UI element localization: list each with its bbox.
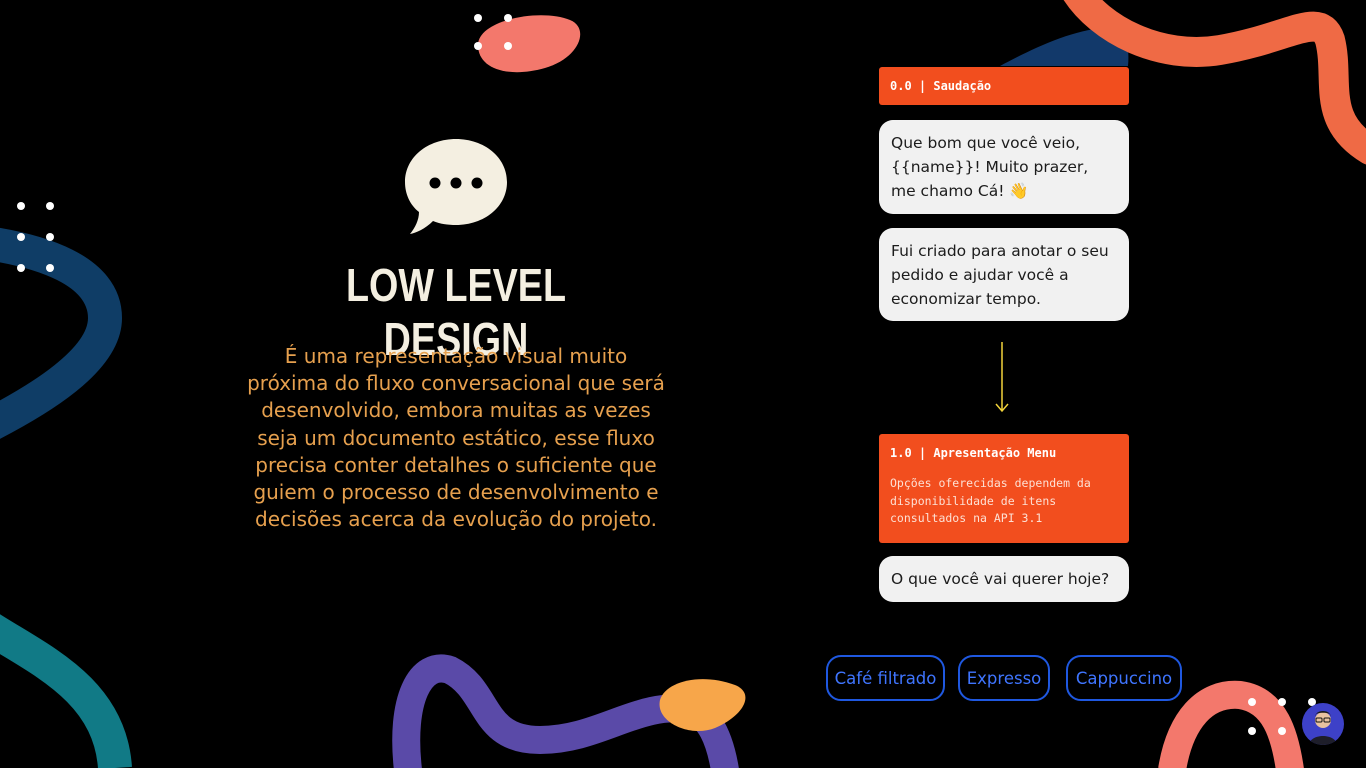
flow-arrow-icon [995, 342, 1009, 413]
chat-bubble-intro: Fui criado para anotar o seu pedido e aj… [879, 228, 1129, 321]
avatar-icon [1309, 711, 1337, 745]
node-header-saudacao: 0.0 | Saudação [879, 67, 1129, 105]
option-button-expresso[interactable]: Expresso [958, 655, 1050, 701]
option-button-cappuccino[interactable]: Cappuccino [1066, 655, 1182, 701]
node-label: 1.0 | Apresentação Menu [890, 446, 1057, 460]
node-note: Opções oferecidas dependem da disponibil… [890, 476, 1091, 525]
salmon-blob-shape [478, 15, 581, 73]
node-header-menu: 1.0 | Apresentação Menu Opções oferecida… [879, 434, 1129, 543]
chat-bubble-question: O que você vai querer hoje? [879, 556, 1129, 602]
option-button-cafe-filtrado[interactable]: Café filtrado [826, 655, 945, 701]
speech-bubble-icon [405, 139, 507, 234]
salmon-curve-shape [1158, 680, 1304, 768]
orange-blob-shape [659, 679, 746, 732]
teal-curve-shape [0, 614, 132, 768]
avatar [1302, 703, 1344, 745]
chat-bubble-greeting: Que bom que você veio, {{name}}! Muito p… [879, 120, 1129, 214]
node-label: 0.0 | Saudação [890, 79, 992, 93]
background-decoration [0, 0, 1366, 768]
description-text: É uma representação visual muito próxima… [247, 344, 665, 532]
